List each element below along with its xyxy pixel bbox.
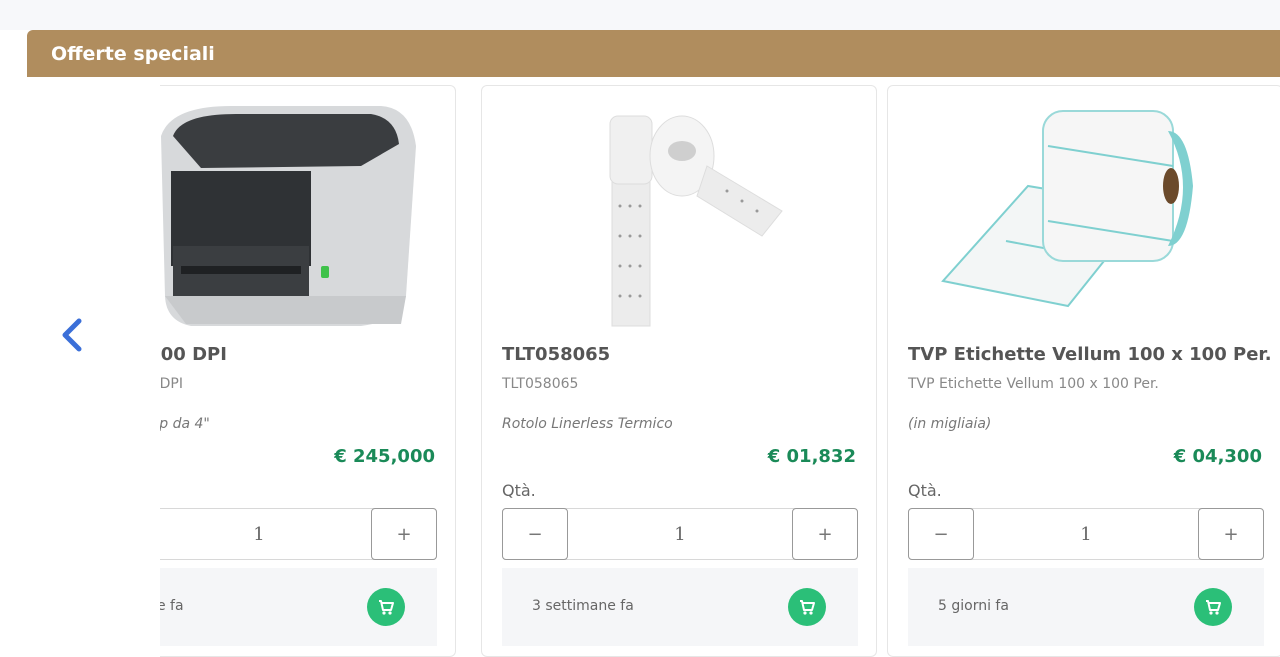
cart-icon [1206,600,1221,615]
product-price: € 01,832 [767,446,856,467]
product-code: ACH 1 200 DPI [160,376,183,392]
product-description: inte desktop da 4" [160,416,210,432]
qty-increase-button[interactable]: + [371,508,437,560]
cart-icon [379,600,394,615]
product-code: TLT058065 [502,376,579,392]
product-card: TLT058065 TLT058065 Rotolo Linerless Ter… [481,85,877,657]
add-to-cart-button[interactable] [367,588,405,626]
product-code: TVP Etichette Vellum 100 x 100 Per. [908,376,1159,392]
product-image-roll[interactable] [482,96,876,336]
product-name[interactable]: TLT058065 [502,344,610,365]
product-image-labels[interactable] [888,96,1280,336]
card-footer: 5 giorni fa [908,568,1264,646]
posted-time: ttimane fa [160,598,184,614]
quantity-stepper: − 1 + [502,508,858,560]
product-card: TVP Etichette Vellum 100 x 100 Per. TVP … [887,85,1280,657]
top-strip [0,0,1280,30]
product-card: ACH 1 200 DPI ACH 1 200 DPI inte desktop… [160,85,456,657]
section-title: Offerte speciali [51,43,215,65]
qty-label: Qtà. [908,481,942,500]
section-header: Offerte speciali [27,30,1280,77]
product-name[interactable]: TVP Etichette Vellum 100 x 100 Per. [908,344,1272,365]
card-footer: ttimane fa [160,568,437,646]
card-footer: 3 settimane fa [502,568,858,646]
cart-icon [800,600,815,615]
product-carousel: ACH 1 200 DPI ACH 1 200 DPI inte desktop… [160,82,1280,657]
qty-input[interactable]: 1 [160,509,370,559]
quantity-stepper: − 1 + [160,508,437,560]
quantity-stepper: − 1 + [908,508,1264,560]
qty-decrease-button[interactable]: − [502,508,568,560]
qty-label: Qtà. [502,481,536,500]
product-image-printer[interactable] [160,96,455,336]
chevron-left-icon[interactable] [55,315,95,355]
qty-input[interactable]: 1 [569,509,791,559]
qty-decrease-button[interactable]: − [908,508,974,560]
posted-time: 5 giorni fa [938,598,1009,614]
qty-increase-button[interactable]: + [792,508,858,560]
posted-time: 3 settimane fa [532,598,634,614]
product-price: € 04,300 [1173,446,1262,467]
product-name[interactable]: ACH 1 200 DPI [160,344,227,365]
add-to-cart-button[interactable] [788,588,826,626]
product-description: Rotolo Linerless Termico [502,416,673,432]
qty-increase-button[interactable]: + [1198,508,1264,560]
add-to-cart-button[interactable] [1194,588,1232,626]
qty-input[interactable]: 1 [975,509,1197,559]
product-price: € 245,000 [334,446,435,467]
product-description: (in migliaia) [908,416,992,432]
